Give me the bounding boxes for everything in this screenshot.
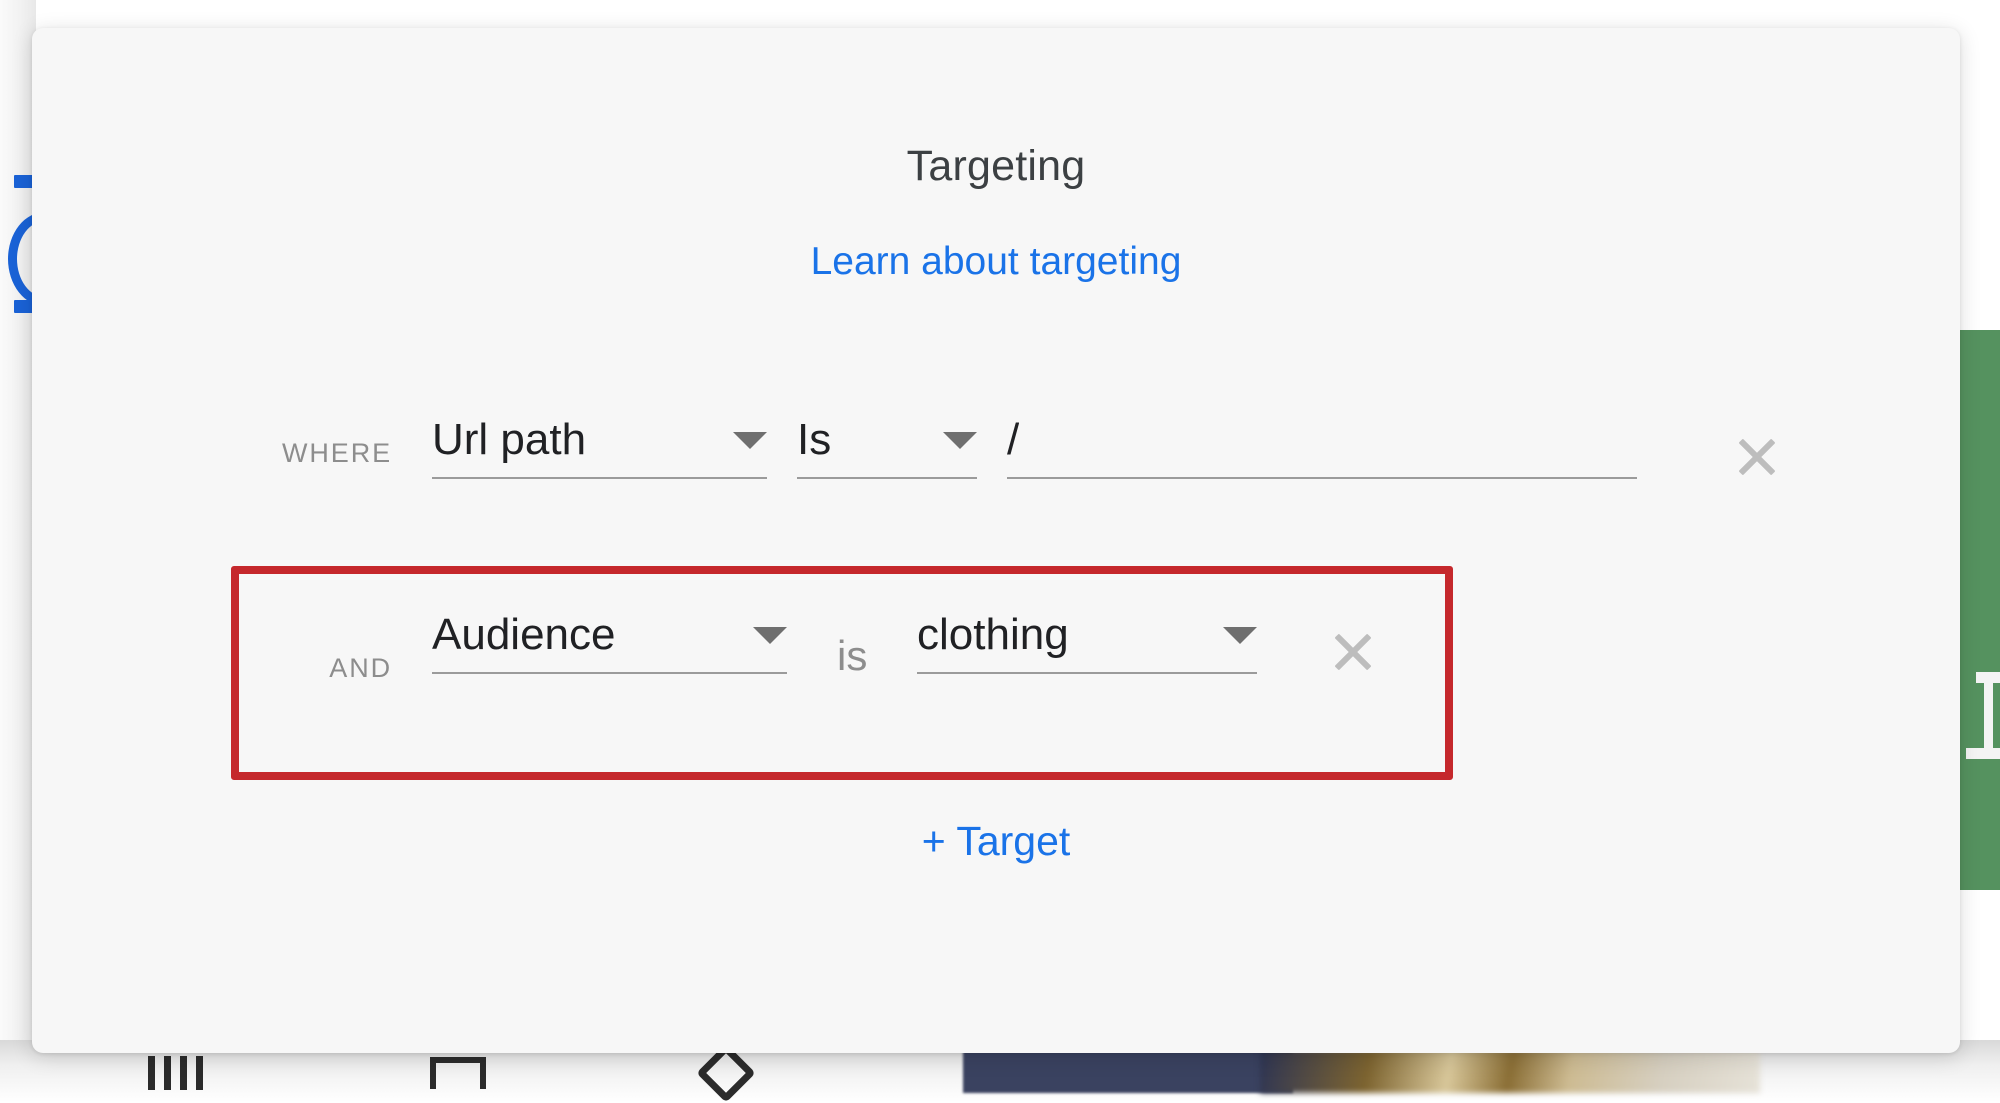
right-green-panel	[1960, 330, 2000, 890]
rule-operator-label: is	[837, 632, 868, 679]
chevron-down-icon	[753, 626, 787, 644]
columns-icon[interactable]	[148, 1056, 203, 1090]
learn-about-targeting-link[interactable]: Learn about targeting	[32, 240, 1960, 284]
remove-rule-button[interactable]	[1330, 629, 1376, 675]
rule-value-select[interactable]: clothing	[917, 613, 1257, 674]
chevron-down-icon	[1223, 626, 1257, 644]
rule-conjunction-label: WHERE	[282, 438, 392, 468]
rule-attribute-value: Audience	[432, 613, 616, 658]
dialog-title: Targeting	[906, 142, 1086, 190]
chevron-down-icon	[733, 431, 767, 449]
targeting-dialog: Targeting Learn about targeting WHERE Ur…	[32, 28, 1960, 1053]
rule-value-input[interactable]: /	[1007, 418, 1637, 479]
rule-operator-value: Is	[797, 418, 832, 463]
page-root: Targeting Learn about targeting WHERE Ur…	[0, 0, 2000, 1103]
rule-value-text: /	[1007, 418, 1020, 463]
rule-attribute-select[interactable]: Url path	[432, 418, 767, 479]
rule-conjunction-label: AND	[329, 653, 392, 683]
square-icon[interactable]	[430, 1057, 486, 1089]
rule-value-text: clothing	[917, 613, 1069, 658]
rule-attribute-select[interactable]: Audience	[432, 613, 787, 674]
navy-thumbnail	[963, 1049, 1293, 1093]
add-target-button[interactable]: + Target	[32, 818, 1960, 865]
rule-operator-select[interactable]: Is	[797, 418, 977, 479]
right-panel-bracket-icon	[1966, 672, 2000, 758]
targeting-rules-list: WHERE Url path Is / AND Audience is clot…	[32, 418, 1960, 743]
rule-attribute-value: Url path	[432, 418, 587, 463]
left-navigation-rail	[0, 0, 36, 1062]
chevron-down-icon	[943, 431, 977, 449]
right-panel-bracket-foot	[1966, 748, 2000, 759]
photo-thumbnail	[1260, 1049, 1760, 1093]
targeting-rule-row: WHERE Url path Is /	[32, 418, 1960, 538]
remove-rule-button[interactable]	[1734, 434, 1780, 480]
targeting-rule-row: AND Audience is clothing	[32, 613, 1960, 743]
row-spacer	[32, 538, 1960, 623]
